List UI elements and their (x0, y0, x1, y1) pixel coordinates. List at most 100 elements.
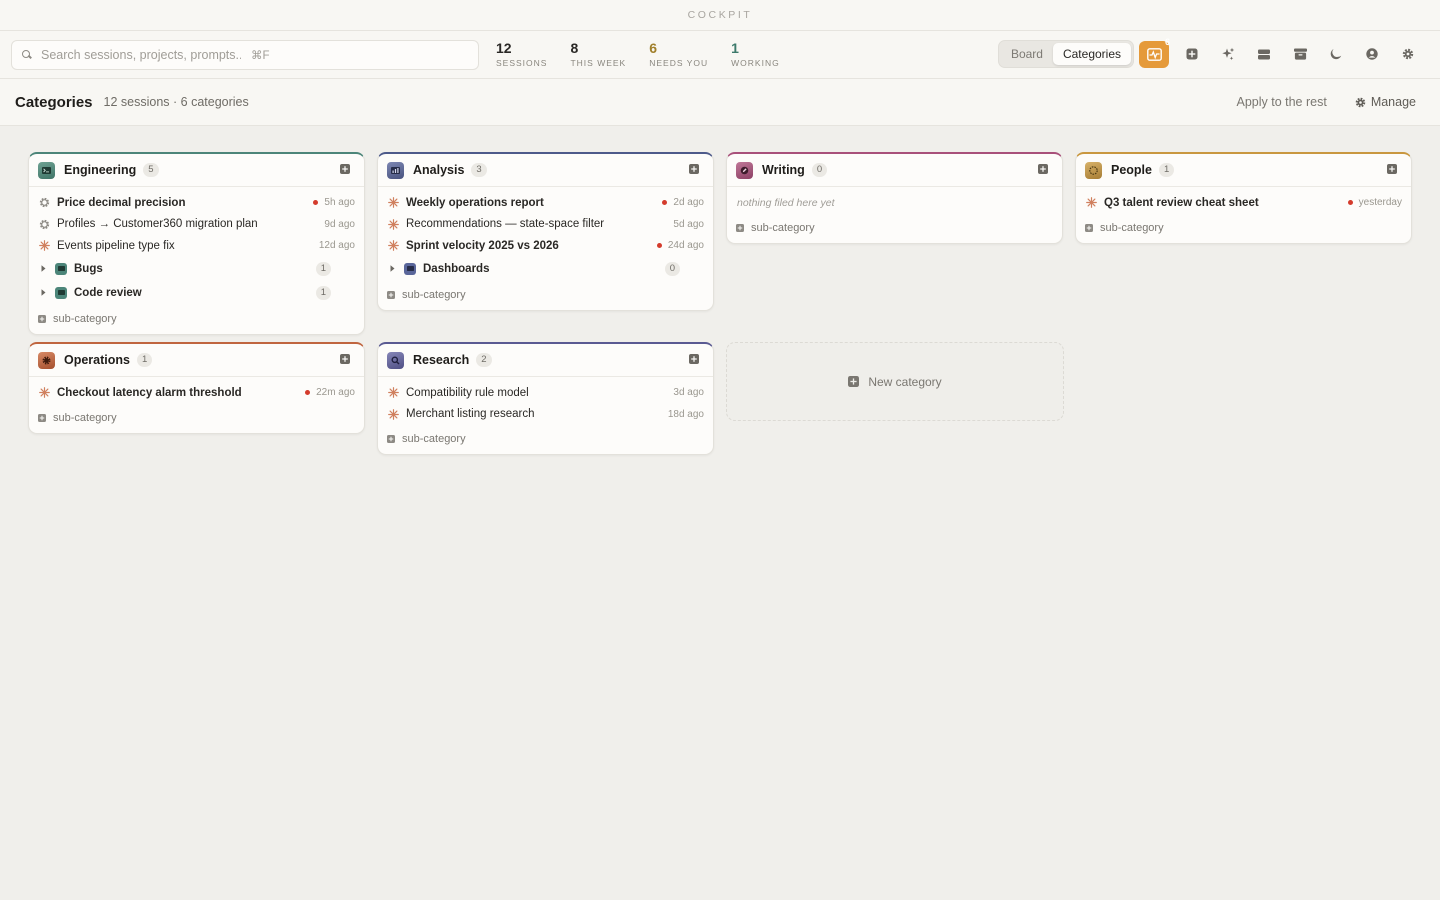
category-header[interactable]: Analysis 3 (378, 154, 713, 187)
add-session-icon[interactable] (689, 354, 699, 364)
session-row[interactable]: Events pipeline type fix 12d ago (29, 235, 364, 257)
empty-category-note: nothing filed here yet (737, 197, 835, 209)
session-row[interactable]: Profiles → Customer360 migration plan 9d… (29, 214, 364, 236)
category-card-operations: Operations 1 Checkout latency alarm thre… (28, 342, 365, 434)
add-session-icon[interactable] (340, 354, 350, 364)
category-header[interactable]: Engineering 5 (29, 154, 364, 187)
session-row[interactable]: Checkout latency alarm threshold 22m ago (29, 382, 364, 404)
add-session-icon[interactable] (1038, 164, 1048, 174)
layers-button[interactable] (1246, 40, 1282, 68)
subcategory-row-code-review[interactable]: Code review 1 (29, 281, 364, 305)
stat-this-week[interactable]: 8 THIS WEEK (570, 40, 626, 69)
user-icon (1366, 48, 1378, 60)
stat-label: WORKING (731, 58, 780, 68)
stat-needs-you[interactable]: 6 NEEDS YOU (649, 41, 709, 69)
stat-label: NEEDS YOU (649, 58, 709, 68)
add-subcategory-button[interactable]: sub-category (378, 428, 713, 450)
category-header[interactable]: People 1 (1076, 154, 1411, 187)
account-button[interactable] (1354, 40, 1390, 68)
session-time: 5d ago (673, 218, 704, 230)
session-time: 9d ago (324, 218, 355, 230)
session-row[interactable]: Compatibility rule model 3d ago (378, 382, 713, 404)
stat-working[interactable]: 1 WORKING (731, 40, 780, 69)
session-time: 24d ago (667, 240, 704, 252)
page-header-actions: Apply to the rest Manage (1236, 95, 1416, 109)
subcategory-row-bugs[interactable]: Bugs 1 (29, 257, 364, 281)
archive-button[interactable] (1282, 40, 1318, 68)
gear-icon (38, 197, 50, 209)
stat-value: 1 (731, 40, 739, 56)
category-card-analysis: Analysis 3 Weekly operations report 2d a… (377, 152, 714, 311)
theme-toggle-button[interactable] (1318, 40, 1354, 68)
search-box[interactable]: ⌘F (11, 39, 479, 70)
new-category-button[interactable]: New category (726, 342, 1064, 421)
category-card-engineering: Engineering 5 Price decimal precision 5h… (28, 152, 365, 335)
category-card-research: Research 2 Compatibility rule model 3d a… (377, 342, 714, 455)
unread-dot (305, 390, 311, 396)
asterisk-icon (38, 387, 50, 399)
sparkle-icon (1222, 47, 1235, 61)
category-count: 2 (476, 353, 492, 367)
chevron-right-icon[interactable] (40, 289, 47, 296)
unread-dot (662, 200, 668, 206)
category-header[interactable]: Research 2 (378, 344, 713, 377)
category-name: Operations (64, 353, 130, 367)
add-session-icon[interactable] (1387, 164, 1397, 174)
add-icon (1085, 223, 1093, 232)
add-subcategory-label: sub-category (402, 288, 466, 301)
asterisk-icon (387, 408, 399, 420)
app-title: COCKPIT (687, 9, 753, 21)
stat-label: SESSIONS (496, 58, 548, 68)
session-time: yesterday (1358, 197, 1402, 209)
add-session-icon[interactable] (689, 164, 699, 174)
add-subcategory-button[interactable]: sub-category (378, 284, 713, 306)
search-input[interactable] (41, 47, 241, 62)
session-time: 22m ago (316, 387, 355, 399)
subcategory-name: Bugs (74, 262, 103, 275)
activity-button[interactable]: 6 (1139, 37, 1170, 68)
toolbar-actions: Board Categories 6 (997, 37, 1426, 68)
session-time: 5h ago (324, 197, 355, 209)
session-row[interactable]: Recommendations — state-space filter 5d … (378, 214, 713, 236)
view-toggle-board[interactable]: Board (1001, 43, 1053, 65)
subcategory-name: Dashboards (423, 262, 490, 275)
session-row[interactable]: Price decimal precision 5h ago (29, 192, 364, 214)
session-row[interactable]: Merchant listing research 18d ago (378, 404, 713, 426)
moon-icon (1330, 49, 1342, 60)
add-subcategory-button[interactable]: sub-category (1076, 217, 1411, 239)
stat-sessions[interactable]: 12 SESSIONS (496, 41, 548, 69)
add-icon (736, 224, 744, 232)
category-header[interactable]: Operations 1 (29, 344, 364, 377)
session-time: 2d ago (673, 197, 704, 209)
apply-to-rest-button[interactable]: Apply to the rest (1236, 95, 1326, 109)
session-row[interactable]: Weekly operations report 2d ago (378, 192, 713, 214)
session-row[interactable]: Q3 talent review cheat sheet yesterday (1076, 192, 1411, 214)
manage-button[interactable]: Manage (1355, 95, 1416, 109)
category-count: 3 (471, 163, 487, 177)
asterisk-icon (387, 240, 399, 252)
view-toggle-categories[interactable]: Categories (1052, 43, 1131, 65)
ai-assist-button[interactable] (1210, 40, 1246, 68)
category-name: Analysis (413, 163, 465, 177)
gear-icon (38, 351, 55, 369)
asterisk-icon (387, 387, 399, 399)
activity-icon (1146, 47, 1162, 61)
chevron-right-icon[interactable] (389, 265, 396, 272)
settings-button[interactable] (1390, 40, 1426, 68)
add-subcategory-label: sub-category (53, 411, 117, 424)
add-subcategory-button[interactable]: sub-category (29, 407, 364, 429)
add-subcategory-button[interactable]: sub-category (29, 308, 364, 330)
stat-value: 8 (570, 40, 579, 56)
chevron-right-icon[interactable] (40, 265, 47, 272)
session-row[interactable]: Sprint velocity 2025 vs 2026 24d ago (378, 235, 713, 257)
add-subcategory-label: sub-category (402, 433, 466, 445)
subcategory-count: 0 (664, 261, 680, 276)
new-session-button[interactable] (1174, 40, 1210, 68)
subcategory-row-dashboards[interactable]: Dashboards 0 (378, 257, 713, 281)
add-session-icon[interactable] (340, 164, 350, 174)
category-name: People (1111, 163, 1152, 177)
add-subcategory-button[interactable]: sub-category (727, 217, 1062, 239)
category-header[interactable]: Writing 0 (727, 154, 1062, 187)
people-icon (1085, 161, 1102, 179)
session-time: 18d ago (667, 408, 704, 420)
